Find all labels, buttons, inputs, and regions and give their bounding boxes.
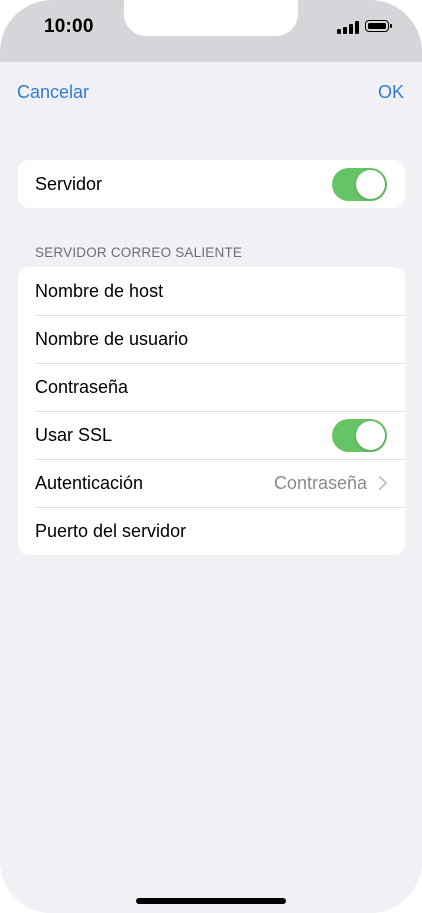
hostname-row[interactable]: Nombre de host [18, 267, 405, 315]
status-time: 10:00 [44, 16, 94, 37]
use-ssl-toggle[interactable] [332, 419, 387, 452]
settings-sheet: Cancelar OK Servidor SERVIDOR CORREO SAL… [0, 62, 422, 913]
section-header-outgoing: SERVIDOR CORREO SALIENTE [35, 245, 243, 260]
server-port-row[interactable]: Puerto del servidor [18, 507, 405, 555]
status-bar: 10:00 [0, 0, 422, 62]
notch [124, 0, 298, 36]
username-row[interactable]: Nombre de usuario [18, 315, 405, 363]
server-row: Servidor [18, 160, 405, 208]
ok-button[interactable]: OK [378, 82, 404, 103]
cancel-button[interactable]: Cancelar [17, 82, 89, 103]
battery-icon [365, 20, 392, 32]
server-group: Servidor [18, 160, 405, 208]
home-indicator[interactable] [136, 898, 286, 904]
authentication-row[interactable]: Autenticación Contraseña [18, 459, 405, 507]
password-row[interactable]: Contraseña [18, 363, 405, 411]
server-port-label: Puerto del servidor [35, 520, 187, 541]
outgoing-server-group: Nombre de host Nombre de usuario Contras… [18, 267, 405, 555]
authentication-value: Contraseña [273, 472, 367, 493]
use-ssl-row: Usar SSL [18, 411, 405, 459]
server-toggle[interactable] [332, 168, 387, 201]
cellular-signal-icon [337, 21, 359, 34]
password-label: Contraseña [35, 376, 129, 397]
hostname-label: Nombre de host [35, 280, 164, 301]
chevron-right-icon [379, 476, 387, 490]
username-label: Nombre de usuario [35, 328, 189, 349]
phone-screen: 10:00 Cancelar OK Servidor SERVIDOR CORR… [0, 0, 422, 913]
